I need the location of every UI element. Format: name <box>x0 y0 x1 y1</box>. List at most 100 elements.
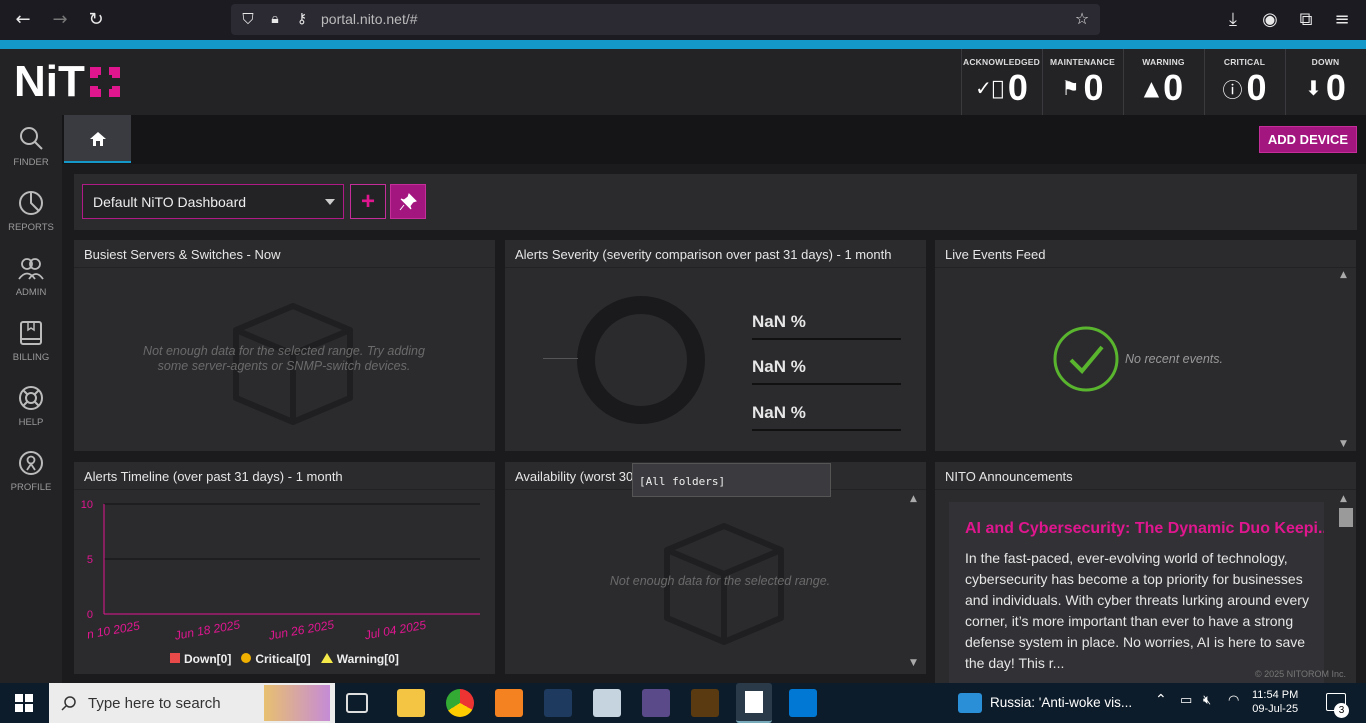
announcement-headline[interactable]: AI and Cybersecurity: The Dynamic Duo Ke… <box>965 520 1324 538</box>
add-dashboard-button[interactable]: + <box>350 184 386 219</box>
forward-icon[interactable]: → <box>49 9 71 31</box>
x-tick-label: Jun 26 2025 <box>267 617 336 642</box>
search-placeholder: Type here to search <box>88 695 221 712</box>
vscode-icon[interactable] <box>789 689 817 717</box>
sidebar-item-finder[interactable]: FINDER <box>0 115 62 177</box>
down-arrow-circle-icon: ⬇ <box>1305 76 1322 100</box>
stat-value: 0 <box>1163 67 1184 108</box>
chevron-up-icon[interactable]: ⌃ <box>1155 692 1167 708</box>
extensions-icon[interactable]: ⧉ <box>1295 9 1317 31</box>
shield-icon[interactable]: ⛉ <box>237 8 259 30</box>
stat-value: 0 <box>1083 67 1104 108</box>
battery-icon[interactable]: ▭ <box>1180 693 1192 708</box>
system-clock[interactable]: 11:54 PM 09-Jul-25 <box>1252 688 1298 716</box>
pin-icon <box>399 193 417 211</box>
check-circle-icon <box>1053 326 1119 392</box>
lock-icon[interactable]: 🔒︎ <box>264 8 286 30</box>
legend-item[interactable]: Warning[0] <box>320 652 399 666</box>
empty-message: Not enough data for the selected range. … <box>143 344 425 373</box>
stat-maintenance[interactable]: MAINTENANCE ⚑ 0 <box>1042 49 1122 115</box>
scroll-thumb[interactable] <box>1339 508 1353 527</box>
svg-text:NiT: NiT <box>14 59 85 101</box>
mysql-workbench-icon[interactable] <box>544 689 572 717</box>
folder-tooltip: [All folders] <box>632 463 831 497</box>
stat-warning[interactable]: WARNING ▲ 0 <box>1123 49 1203 115</box>
news-widget-text[interactable]: Russia: 'Anti-woke vis... <box>990 695 1132 710</box>
app-icon[interactable] <box>691 689 719 717</box>
windows-start-icon[interactable] <box>15 694 33 712</box>
scrollbar[interactable]: ▲ ▼ <box>908 492 922 670</box>
divider <box>505 267 926 268</box>
chrome-icon[interactable] <box>446 689 474 717</box>
search-icon <box>61 696 76 711</box>
volume-muted-icon[interactable]: 🔇︎ <box>1203 693 1211 708</box>
divider <box>74 267 495 268</box>
xampp-icon[interactable] <box>495 689 523 717</box>
account-icon[interactable]: ◉ <box>1259 9 1281 31</box>
sidebar-item-admin[interactable]: ADMIN <box>0 245 62 307</box>
dashboard-select-value: Default NiTO Dashboard <box>93 194 247 210</box>
windows-taskbar: Type here to search Russia: 'Anti-woke v… <box>0 683 1366 723</box>
panel-busiest-servers: Busiest Servers & Switches - Now Not eno… <box>74 240 495 451</box>
star-icon[interactable]: ☆ <box>1071 8 1093 30</box>
severity-value: NaN % <box>752 357 901 385</box>
wifi-icon[interactable]: ◠ <box>1228 693 1239 708</box>
sidebar-item-billing[interactable]: BILLING <box>0 310 62 372</box>
stat-label: ACKNOWLEDGED <box>962 57 1040 67</box>
panel-title: Busiest Servers & Switches - Now <box>84 247 281 262</box>
severity-value: NaN % <box>752 312 901 340</box>
scroll-up-icon[interactable]: ▲ <box>910 494 917 504</box>
x-tick-label: n 10 2025 <box>86 618 141 641</box>
sidebar-item-help[interactable]: HELP <box>0 375 62 437</box>
stat-label: WARNING <box>1142 57 1185 67</box>
nito-logo[interactable]: NiT <box>14 59 122 101</box>
chart-legend: Down[0] Critical[0] Warning[0] <box>170 652 399 666</box>
app-icon[interactable] <box>593 689 621 717</box>
legend-item[interactable]: Down[0] <box>170 652 231 666</box>
key-icon[interactable]: ⚷ <box>291 8 313 30</box>
sidebar-item-reports[interactable]: REPORTS <box>0 180 62 242</box>
download-icon[interactable]: ⤓ <box>1222 9 1244 31</box>
notepad-icon[interactable] <box>736 683 772 723</box>
menu-icon[interactable]: ≡ <box>1331 9 1353 31</box>
scroll-down-icon[interactable]: ▼ <box>910 658 917 668</box>
search-icon <box>20 127 43 150</box>
news-icon[interactable] <box>958 693 982 713</box>
scroll-up-icon[interactable]: ▲ <box>1340 494 1347 504</box>
scroll-down-icon[interactable]: ▼ <box>1340 439 1347 449</box>
check-circle-icon: ✓⃝ <box>975 76 1004 100</box>
document-icon <box>745 691 763 713</box>
sidebar-item-label: PROFILE <box>10 482 52 493</box>
scrollbar[interactable]: ▲ <box>1338 492 1353 683</box>
address-bar[interactable]: ⛉ 🔒︎ ⚷ portal.nito.net/# ☆ <box>231 4 1100 35</box>
search-highlight-image <box>264 685 330 721</box>
dashboard-content: Default NiTO Dashboard + Busiest Servers… <box>62 164 1366 683</box>
accent-bar <box>0 40 1366 49</box>
legend-item[interactable]: Critical[0] <box>241 652 311 666</box>
stat-critical[interactable]: CRITICAL ⓘ 0 <box>1204 49 1284 115</box>
scrollbar[interactable]: ▲ ▼ <box>1338 268 1352 451</box>
stat-down[interactable]: DOWN ⬇ 0 <box>1285 49 1365 115</box>
stat-value: 0 <box>1246 67 1267 108</box>
clock-date: 09-Jul-25 <box>1252 703 1299 715</box>
scroll-up-icon[interactable]: ▲ <box>1340 270 1347 280</box>
plus-icon: + <box>360 188 375 215</box>
taskbar-search-input[interactable]: Type here to search <box>49 683 335 723</box>
users-icon <box>18 258 44 280</box>
clock-time: 11:54 PM <box>1252 689 1299 701</box>
add-device-button[interactable]: ADD DEVICE <box>1259 126 1357 153</box>
legend-swatch <box>241 653 252 663</box>
dashboard-select[interactable]: Default NiTO Dashboard <box>82 184 344 219</box>
sidebar-item-profile[interactable]: PROFILE <box>0 440 62 502</box>
stat-acknowledged[interactable]: ACKNOWLEDGED ✓⃝ 0 <box>961 49 1041 115</box>
back-icon[interactable]: ← <box>12 9 34 31</box>
pin-dashboard-button[interactable] <box>390 184 426 219</box>
reload-icon[interactable]: ↻ <box>85 9 107 31</box>
task-view-icon[interactable] <box>346 693 368 713</box>
copyright-text: © 2025 NITOROM Inc. <box>1255 669 1346 679</box>
panel-title: NITO Announcements <box>945 469 1073 484</box>
tab-home[interactable] <box>64 115 131 163</box>
app-icon[interactable] <box>642 689 670 717</box>
x-tick-label: Jul 04 2025 <box>363 618 428 643</box>
file-explorer-icon[interactable] <box>397 689 425 717</box>
